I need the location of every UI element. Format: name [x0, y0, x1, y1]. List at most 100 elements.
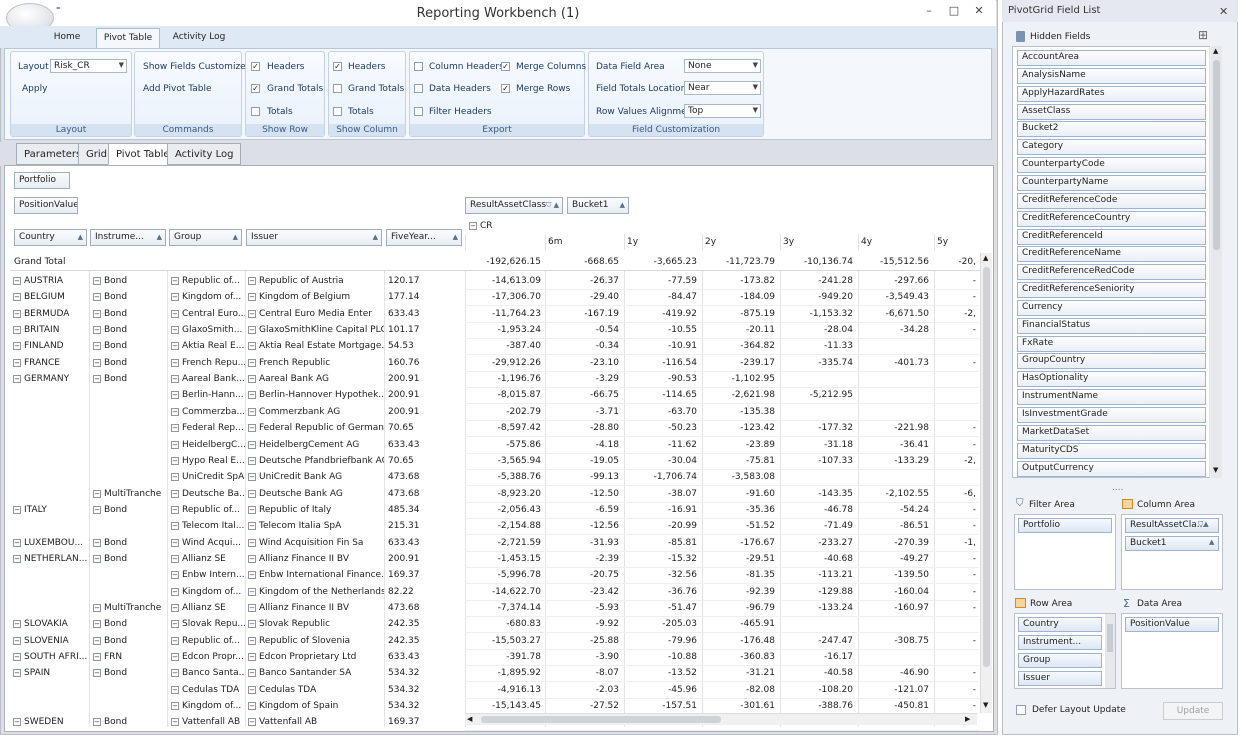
collapse-icon[interactable]: −: [171, 717, 179, 726]
row-instrument[interactable]: − Bond: [93, 289, 127, 305]
data-cell[interactable]: -6,: [934, 486, 980, 502]
row-area-item[interactable]: Instrument...: [1018, 635, 1102, 650]
collapse-icon[interactable]: −: [248, 276, 256, 285]
data-cell[interactable]: -17,306.70: [465, 289, 545, 305]
data-cell[interactable]: -239.17: [702, 355, 779, 371]
column-header-bucket[interactable]: 3y: [780, 234, 857, 250]
data-cell[interactable]: -: [934, 273, 980, 289]
data-cell[interactable]: -: [934, 665, 980, 681]
column-field-bucket1[interactable]: Bucket1 ▲: [567, 197, 629, 214]
data-cell[interactable]: [934, 616, 980, 632]
data-cell[interactable]: -: [934, 502, 980, 518]
data-cell[interactable]: -1,895.92: [465, 665, 545, 681]
data-cell[interactable]: [858, 649, 933, 665]
collapse-icon[interactable]: −: [248, 587, 256, 596]
collapse-icon[interactable]: −: [93, 489, 101, 498]
ribbon-tab-home[interactable]: Home: [44, 28, 90, 48]
row-issuer[interactable]: − Enbw International Finance...: [248, 567, 384, 583]
data-field-area-combo[interactable]: None ▼: [684, 59, 761, 73]
row-group[interactable]: − Enbw Intern...: [171, 567, 245, 583]
collapse-icon[interactable]: −: [93, 505, 101, 514]
row-issuer[interactable]: − Berlin-Hannover Hypothek...: [248, 387, 384, 403]
vertical-scroll-thumb[interactable]: [983, 267, 990, 667]
row-issuer[interactable]: − Slovak Republic: [248, 616, 330, 632]
hidden-field-item[interactable]: FxRate: [1017, 335, 1206, 352]
row-group[interactable]: − Allianz SE: [171, 600, 226, 616]
scroll-up-icon[interactable]: ▲: [983, 254, 988, 262]
data-cell[interactable]: -84.47: [624, 289, 701, 305]
row-instrument[interactable]: − Bond: [93, 551, 127, 567]
data-cell[interactable]: [780, 469, 857, 485]
row-group[interactable]: − Allianz SE: [171, 551, 226, 567]
data-cell[interactable]: -680.83: [465, 616, 545, 632]
data-cell[interactable]: -77.59: [624, 273, 701, 289]
collapse-icon[interactable]: −: [93, 341, 101, 350]
data-cell[interactable]: -1,453.15: [465, 551, 545, 567]
row-country[interactable]: − FINLAND: [13, 338, 64, 354]
collapse-icon[interactable]: −: [171, 668, 179, 677]
hidden-field-item[interactable]: AccountArea: [1017, 50, 1206, 66]
data-cell[interactable]: -15,503.27: [465, 633, 545, 649]
collapse-icon[interactable]: −: [248, 440, 256, 449]
collapse-icon[interactable]: −: [93, 358, 101, 367]
collapse-icon[interactable]: −: [93, 619, 101, 628]
data-cell[interactable]: -2.03: [545, 682, 623, 698]
data-cell[interactable]: -107.33: [780, 453, 857, 469]
data-cell[interactable]: [780, 371, 857, 387]
filter-area-box[interactable]: Portfolio: [1014, 514, 1116, 590]
scroll-down-icon[interactable]: ▼: [983, 701, 988, 709]
hidden-field-item[interactable]: CreditReferenceCountry: [1017, 210, 1206, 227]
row-area-box[interactable]: Country Instrument... Group Issuer: [1014, 613, 1116, 689]
ribbon-tab-pivot-table[interactable]: Pivot Table: [96, 28, 160, 48]
row-instrument[interactable]: − Bond: [93, 665, 127, 681]
collapse-icon[interactable]: −: [93, 636, 101, 645]
row-country[interactable]: − ITALY: [13, 502, 47, 518]
data-cell[interactable]: -51.52: [702, 518, 779, 534]
data-cell[interactable]: -7,374.14: [465, 600, 545, 616]
data-cell[interactable]: -401.73: [858, 355, 933, 371]
collapse-icon[interactable]: −: [248, 554, 256, 563]
hidden-field-item[interactable]: AssetClass: [1017, 103, 1206, 120]
data-cell[interactable]: -66.75: [545, 387, 623, 403]
data-cell[interactable]: -360.83: [702, 649, 779, 665]
collapse-icon[interactable]: −: [248, 292, 256, 301]
row-group[interactable]: − Aktia Real E...: [171, 338, 244, 354]
row-instrument[interactable]: − Bond: [93, 306, 127, 322]
data-cell[interactable]: -391.78: [465, 649, 545, 665]
collapse-icon[interactable]: −: [171, 603, 179, 612]
row-instrument[interactable]: − MultiTranche: [93, 486, 161, 502]
data-cell[interactable]: -20.99: [624, 518, 701, 534]
row-group[interactable]: − Kingdom of...: [171, 698, 241, 714]
row-issuer[interactable]: − Central Euro Media Enter: [248, 306, 372, 322]
data-cell[interactable]: -54.24: [858, 502, 933, 518]
row-group[interactable]: − French Repu...: [171, 355, 245, 371]
show-row-grand-totals-checkbox[interactable]: ✓: [251, 84, 260, 93]
layout-combo[interactable]: Risk_CR ▼: [50, 59, 127, 73]
row-group[interactable]: − GlaxoSmith...: [171, 322, 242, 338]
data-cell[interactable]: -2,: [934, 306, 980, 322]
data-cell[interactable]: [780, 616, 857, 632]
maximize-icon[interactable]: □: [943, 4, 965, 17]
data-cell[interactable]: -20.11: [702, 322, 779, 338]
data-cell[interactable]: -10.88: [624, 649, 701, 665]
row-area-item[interactable]: Group: [1018, 653, 1102, 668]
data-cell[interactable]: [934, 338, 980, 354]
data-cell[interactable]: -6,671.50: [858, 306, 933, 322]
row-issuer[interactable]: − Allianz Finance II BV: [248, 551, 349, 567]
collapse-icon[interactable]: −: [13, 374, 21, 383]
row-instrument[interactable]: − Bond: [93, 273, 127, 289]
row-group[interactable]: − Federal Rep...: [171, 420, 244, 436]
collapse-icon[interactable]: −: [248, 619, 256, 628]
close-icon[interactable]: ✕: [968, 4, 990, 17]
data-cell[interactable]: -: [934, 322, 980, 338]
collapse-icon[interactable]: −: [171, 341, 179, 350]
data-cell[interactable]: -143.35: [780, 486, 857, 502]
data-cell[interactable]: -1,102.95: [702, 371, 779, 387]
row-issuer[interactable]: − Telecom Italia SpA: [248, 518, 341, 534]
row-issuer[interactable]: − Edcon Proprietary Ltd: [248, 649, 356, 665]
collapse-icon[interactable]: −: [171, 276, 179, 285]
data-cell[interactable]: -3.90: [545, 649, 623, 665]
collapse-icon[interactable]: −: [248, 358, 256, 367]
row-issuer[interactable]: − Republic of Italy: [248, 502, 331, 518]
hidden-fields-scroll-thumb[interactable]: [1213, 60, 1220, 250]
